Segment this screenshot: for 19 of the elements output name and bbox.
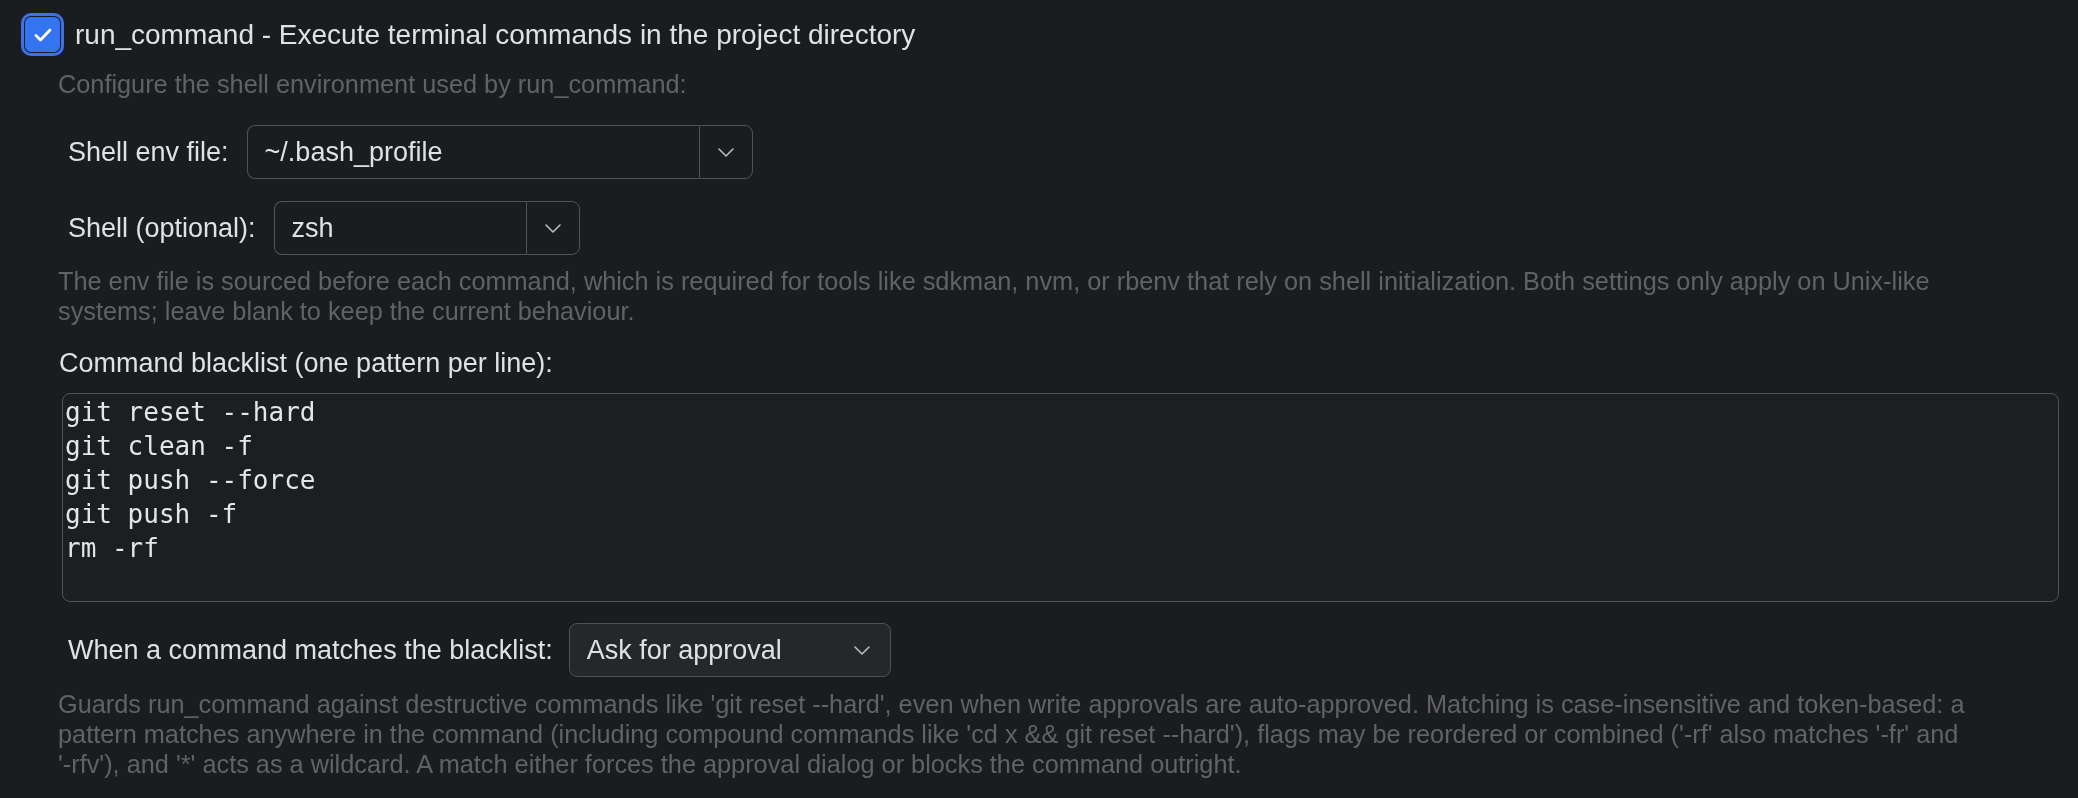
chevron-down-icon	[717, 147, 734, 157]
action-label: When a command matches the blacklist:	[68, 633, 553, 667]
chevron-down-icon	[544, 223, 561, 233]
blacklist-textarea[interactable]: git reset --hard git clean -f git push --force git push -f rm -rf	[62, 393, 2059, 602]
field-label: Shell env file:	[68, 135, 229, 169]
action-dropdown[interactable]: Ask for approval	[568, 623, 891, 677]
check-icon	[33, 27, 52, 42]
field-label: Shell (optional):	[68, 211, 256, 245]
shell-intro-text: Configure the shell environment used by run_command:	[58, 69, 687, 99]
chevron-down-icon	[853, 645, 870, 655]
tool-title: run_command - Execute terminal commands in the project directory	[75, 17, 916, 52]
dropdown-button[interactable]	[698, 125, 753, 179]
dropdown-button[interactable]	[525, 201, 580, 255]
blacklist-label: Command blacklist (one pattern per line):	[58, 347, 553, 379]
help-text: Guards run_command against destructive commands like 'git reset --hard', even when write approvals are auto-approved. Matching is case-insensitive and token-based: a pattern matches anywhere in the command (including compound commands like 'cd x && git reset --hard'), flags may be reordered or combined ('-rf' also matches '-fr' and '-rfv'), and '*' acts as a wildcard. A match either forces the approval dialog or blocks the command outright.	[58, 689, 1966, 779]
text-field[interactable]: ~/.bash_profile	[246, 125, 699, 179]
help-text: The env file is sourced before each command, which is required for tools like sdkman, nvm, or rbenv that rely on shell initialization. Both settings only apply on Unix-like systems; leave blank to keep the current behaviour.	[58, 266, 1931, 326]
checkbox[interactable]	[21, 13, 64, 56]
text-field[interactable]: zsh	[273, 201, 526, 255]
